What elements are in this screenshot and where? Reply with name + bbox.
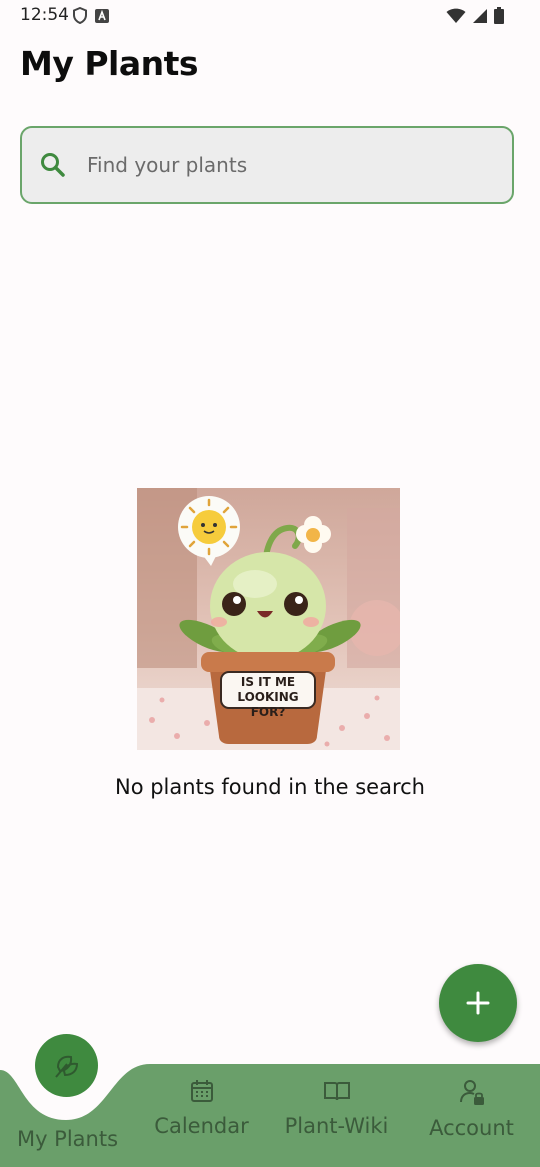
search-input[interactable] [85, 152, 489, 178]
battery-icon [494, 7, 504, 24]
account-icon [459, 1080, 484, 1105]
nav-label-account: Account [429, 1116, 514, 1140]
plus-icon [466, 991, 490, 1015]
status-time: 12:54 [20, 5, 69, 25]
empty-state-message: No plants found in the search [114, 775, 425, 799]
bottom-nav: My Plants Calendar Plant-Wiki Account [0, 1030, 540, 1167]
wifi-icon [446, 8, 466, 23]
status-bar: 12:54 [0, 0, 540, 32]
nav-item-my-plants[interactable]: My Plants [0, 1078, 135, 1151]
search-box[interactable] [20, 126, 514, 204]
empty-state-image: IS IT ME LOOKING FOR? [137, 488, 400, 750]
nav-label-my-plants: My Plants [16, 1127, 119, 1151]
book-icon [323, 1082, 350, 1101]
a-icon [95, 8, 109, 23]
nav-label-plant-wiki: Plant-Wiki [284, 1114, 389, 1138]
leaves-icon [54, 1055, 78, 1078]
search-icon[interactable] [38, 150, 68, 180]
signal-icon [473, 8, 487, 23]
page-title: My Plants [20, 44, 199, 83]
nav-label-calendar: Calendar [154, 1114, 249, 1138]
shield-icon [73, 7, 87, 24]
nav-item-account[interactable]: Account [404, 1078, 539, 1140]
status-icons-left [73, 7, 109, 24]
status-icons-right [446, 7, 504, 24]
calendar-icon [190, 1080, 213, 1102]
nav-item-plant-wiki[interactable]: Plant-Wiki [269, 1078, 404, 1138]
pot-sign-text: IS IT ME LOOKING FOR? [237, 675, 299, 719]
nav-item-calendar[interactable]: Calendar [134, 1078, 269, 1138]
